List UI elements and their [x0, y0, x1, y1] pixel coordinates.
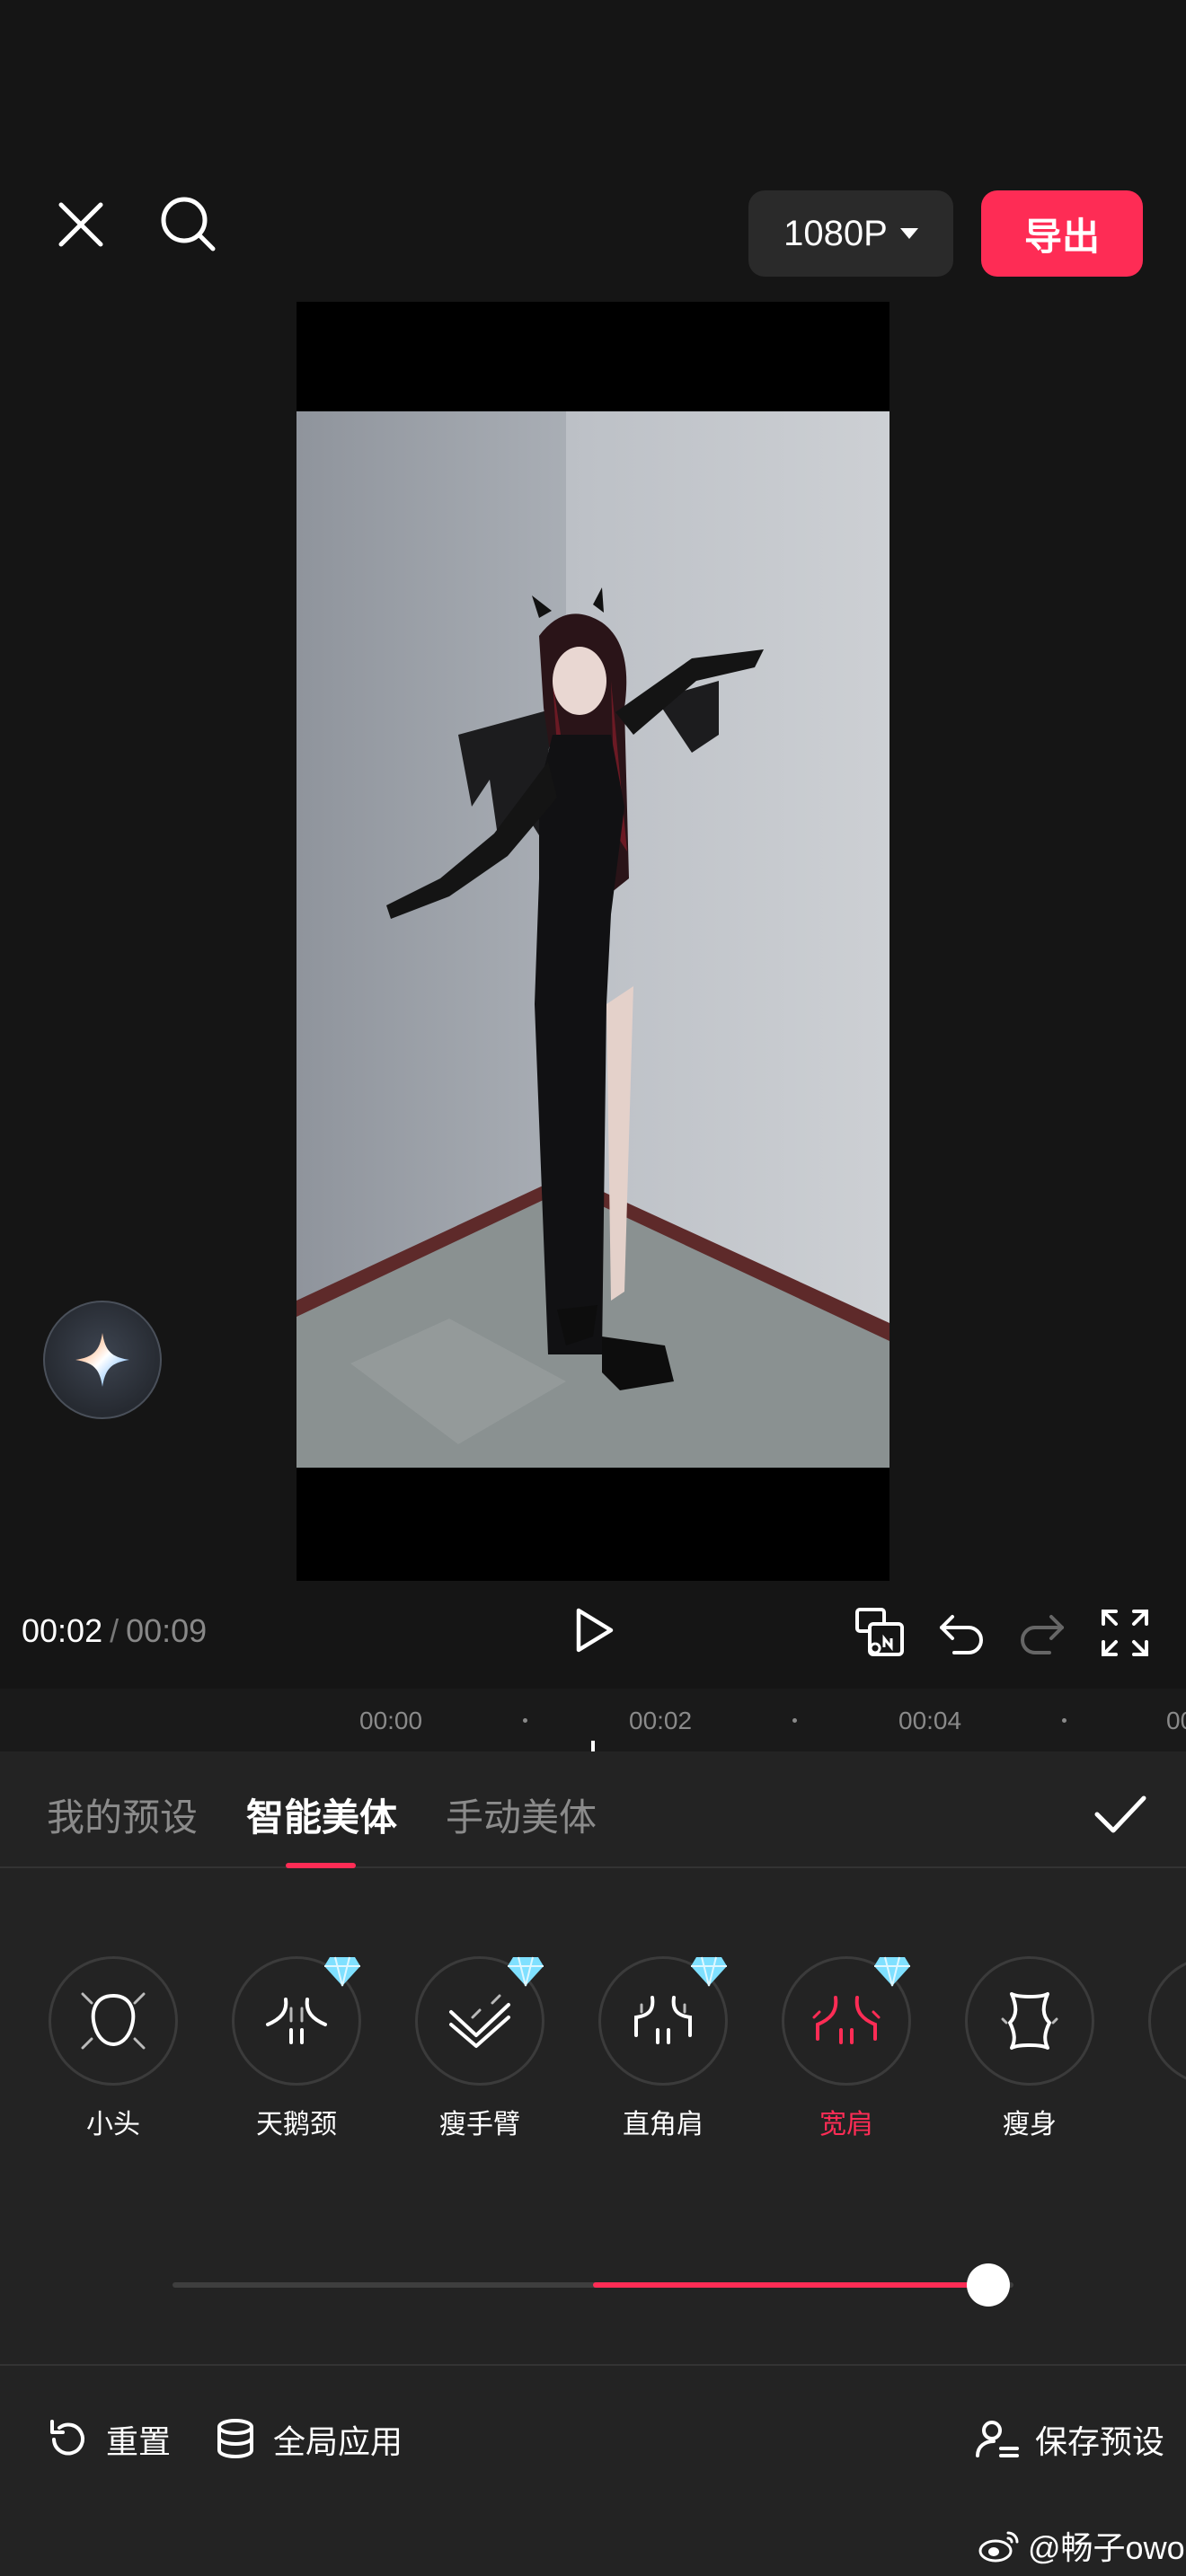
- tool-slim-arm[interactable]: 瘦手臂: [408, 1956, 552, 2136]
- apply-all-button[interactable]: 全局应用: [212, 2416, 403, 2463]
- watermark: @畅子owo: [978, 2522, 1185, 2569]
- undo-button[interactable]: [934, 1606, 988, 1660]
- premium-diamond-icon: [874, 1956, 910, 1987]
- close-button[interactable]: [45, 189, 117, 260]
- resolution-dropdown[interactable]: 1080P: [748, 190, 953, 277]
- active-tab-indicator: [286, 1863, 356, 1868]
- tool-label: 天鹅颈: [256, 2110, 337, 2136]
- premium-diamond-icon: [508, 1956, 544, 1987]
- square-shoulder-icon: [634, 1996, 692, 2044]
- video-frame-image: [296, 411, 890, 1468]
- wide-shoulder-icon: [812, 1996, 881, 2044]
- close-icon: [58, 202, 103, 247]
- compare-on-icon: [855, 1608, 904, 1656]
- resolution-label: 1080P: [783, 213, 888, 253]
- swan-neck-icon: [266, 1998, 327, 2044]
- tool-label: 瘦手臂: [439, 2110, 520, 2136]
- weibo-logo-icon: [978, 2531, 1019, 2563]
- timeline-dot: [1062, 1718, 1067, 1723]
- slim-body-icon: [1001, 1992, 1058, 2050]
- tool-more[interactable]: [1141, 1956, 1186, 2086]
- ai-assistant-button[interactable]: [43, 1301, 162, 1419]
- export-button[interactable]: 导出: [981, 190, 1143, 277]
- tool-icon-circle: [965, 1956, 1094, 2086]
- tool-slim-body[interactable]: 瘦身: [958, 1956, 1102, 2136]
- tab-manual-body[interactable]: 手动美体: [446, 1787, 597, 1842]
- save-preset-label: 保存预设: [1035, 2423, 1165, 2460]
- play-button[interactable]: [566, 1603, 620, 1657]
- tool-label: 小头: [86, 2110, 140, 2136]
- fullscreen-icon: [1102, 1610, 1148, 1656]
- timeline-tick: 00: [1166, 1707, 1186, 1734]
- timeline-dot: [523, 1718, 527, 1723]
- reset-button[interactable]: 重置: [45, 2416, 171, 2463]
- search-button[interactable]: [153, 189, 225, 260]
- undo-icon: [940, 1615, 983, 1654]
- reset-icon: [50, 2420, 84, 2456]
- slim-arm-icon: [449, 1994, 510, 2048]
- intensity-slider-knob[interactable]: [966, 2263, 1010, 2307]
- reset-label: 重置: [106, 2423, 172, 2460]
- tab-smart-body[interactable]: 智能美体: [246, 1787, 397, 1842]
- panel-tabs: 我的预设 智能美体 手动美体: [0, 1751, 1186, 1868]
- tool-label: 直角肩: [623, 2110, 704, 2136]
- total-time: 00:09: [126, 1612, 208, 1649]
- redo-button[interactable]: [1015, 1606, 1069, 1660]
- user-save-icon: [976, 2421, 1019, 2457]
- intensity-slider-fill: [593, 2282, 988, 2288]
- small-head-icon: [81, 1992, 146, 2050]
- timeline-dot: [792, 1718, 797, 1723]
- chevron-down-icon: [899, 228, 918, 239]
- tool-small-head[interactable]: 小头: [41, 1956, 185, 2136]
- checkmark-icon: [1094, 1795, 1146, 1833]
- timeline-tick: 00:04: [898, 1707, 962, 1734]
- tool-label: 瘦身: [1003, 2110, 1057, 2136]
- play-icon: [576, 1608, 614, 1653]
- tool-icon-circle: [415, 1956, 544, 2086]
- current-time: 00:02: [22, 1612, 103, 1649]
- timeline-tick: 00:02: [629, 1707, 693, 1734]
- confirm-button[interactable]: [1092, 1786, 1149, 1843]
- body-tools-list: 小头 天鹅颈 瘦手臂 直角肩 宽肩 瘦身: [0, 1956, 1186, 2136]
- playhead[interactable]: [591, 1741, 595, 1751]
- video-frame: [296, 411, 890, 1468]
- tool-icon-circle: [232, 1956, 361, 2086]
- redo-icon: [1021, 1615, 1064, 1654]
- premium-diamond-icon: [691, 1956, 727, 1987]
- search-icon: [161, 197, 216, 251]
- tool-icon-circle: [49, 1956, 178, 2086]
- watermark-text: @畅子owo: [1028, 2529, 1185, 2566]
- tab-my-presets[interactable]: 我的预设: [47, 1787, 198, 1842]
- time-separator: /: [110, 1612, 119, 1649]
- tool-icon-circle: [598, 1956, 728, 2086]
- tool-swan-neck[interactable]: 天鹅颈: [225, 1956, 368, 2136]
- sparkle-icon: [75, 1333, 129, 1387]
- save-preset-button[interactable]: 保存预设: [974, 2416, 1164, 2463]
- timeline-tick: 00:00: [359, 1707, 423, 1734]
- tool-icon-circle: [782, 1956, 911, 2086]
- tool-icon-circle: [1148, 1956, 1186, 2086]
- premium-diamond-icon: [324, 1956, 360, 1987]
- compare-toggle-button[interactable]: [854, 1606, 907, 1660]
- apply-all-label: 全局应用: [273, 2423, 403, 2460]
- fullscreen-button[interactable]: [1098, 1606, 1152, 1660]
- playback-time: 00:02/00:09: [22, 1612, 207, 1650]
- tool-label: 宽肩: [819, 2110, 873, 2136]
- tool-square-shoulder[interactable]: 直角肩: [591, 1956, 735, 2136]
- layers-icon: [217, 2419, 253, 2459]
- tool-wide-shoulder[interactable]: 宽肩: [774, 1956, 918, 2136]
- timeline-ruler[interactable]: 00:00 00:02 00:04 00: [0, 1689, 1186, 1751]
- video-preview[interactable]: [296, 302, 890, 1581]
